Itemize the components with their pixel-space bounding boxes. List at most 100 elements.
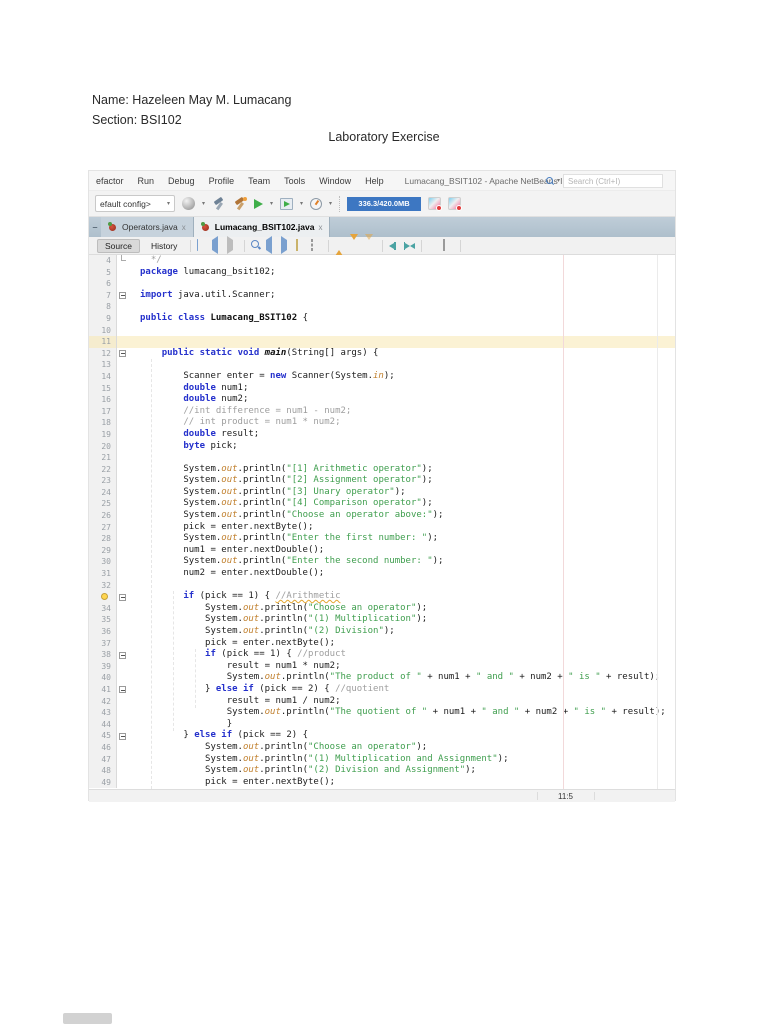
line-number[interactable]: 20 xyxy=(89,441,117,453)
line-number[interactable]: 13 xyxy=(89,359,117,371)
search-dropdown-icon[interactable]: ▾ xyxy=(557,178,560,184)
code-line[interactable]: 25 System.out.println("[4] Comparison op… xyxy=(89,498,675,510)
line-number[interactable]: 36 xyxy=(89,626,117,638)
line-number[interactable] xyxy=(89,591,117,603)
menu-profile[interactable]: Profile xyxy=(202,176,242,186)
code-editor[interactable]: 4 */5package lumacang_bsit102;67import j… xyxy=(89,255,675,789)
line-number[interactable]: 46 xyxy=(89,742,117,754)
minimize-icon[interactable]: – xyxy=(89,217,101,237)
search-icon[interactable] xyxy=(546,177,554,185)
code-line[interactable]: 15 double num1; xyxy=(89,383,675,395)
code-line[interactable]: 8 xyxy=(89,301,675,313)
history-view-button[interactable]: History xyxy=(144,240,184,252)
line-number[interactable]: 38 xyxy=(89,649,117,661)
previous-bookmark-icon[interactable] xyxy=(335,240,346,251)
debug-icon[interactable] xyxy=(280,198,293,210)
line-number[interactable]: 44 xyxy=(89,719,117,731)
code-line[interactable]: 5package lumacang_bsit102; xyxy=(89,267,675,279)
code-line[interactable]: 19 double result; xyxy=(89,429,675,441)
hint-bulb-icon[interactable] xyxy=(101,593,108,600)
code-line[interactable]: 4 */ xyxy=(89,255,675,267)
line-number[interactable]: 23 xyxy=(89,475,117,487)
close-icon[interactable]: x xyxy=(182,223,186,232)
line-number[interactable]: 41 xyxy=(89,684,117,696)
line-number[interactable]: 11 xyxy=(89,336,117,348)
line-number[interactable]: 24 xyxy=(89,487,117,499)
line-number[interactable]: 16 xyxy=(89,394,117,406)
close-icon[interactable]: x xyxy=(318,223,322,232)
code-fold-icon[interactable] xyxy=(119,652,126,659)
code-line[interactable]: 23 System.out.println("[2] Assignment op… xyxy=(89,475,675,487)
code-line[interactable]: 12 public static void main(String[] args… xyxy=(89,348,675,360)
code-line[interactable]: 29 num1 = enter.nextDouble(); xyxy=(89,545,675,557)
code-line[interactable]: 30 System.out.println("Enter the second … xyxy=(89,556,675,568)
line-number[interactable]: 19 xyxy=(89,429,117,441)
line-number[interactable]: 37 xyxy=(89,638,117,650)
menu-team[interactable]: Team xyxy=(241,176,277,186)
line-number[interactable]: 25 xyxy=(89,498,117,510)
find-selection-icon[interactable] xyxy=(251,240,262,251)
code-line[interactable]: 37 pick = enter.nextByte(); xyxy=(89,638,675,650)
line-number[interactable]: 49 xyxy=(89,777,117,789)
uncomment-icon[interactable] xyxy=(482,240,493,251)
run-icon[interactable] xyxy=(254,199,263,209)
line-number[interactable]: 4 xyxy=(89,255,117,267)
menu-window[interactable]: Window xyxy=(312,176,358,186)
code-line[interactable]: 27 pick = enter.nextByte(); xyxy=(89,522,675,534)
forward-icon[interactable] xyxy=(227,240,238,251)
line-number[interactable]: 47 xyxy=(89,754,117,766)
code-line[interactable]: 32 xyxy=(89,580,675,592)
code-fold-icon[interactable] xyxy=(119,350,126,357)
line-number[interactable]: 43 xyxy=(89,707,117,719)
line-number[interactable]: 40 xyxy=(89,672,117,684)
line-number[interactable]: 29 xyxy=(89,545,117,557)
code-line[interactable]: 45 } else if (pick == 2) { xyxy=(89,730,675,742)
code-line[interactable]: 10 xyxy=(89,325,675,337)
code-line[interactable]: 48 System.out.println("(2) Division and … xyxy=(89,765,675,777)
code-line[interactable]: 43 System.out.println("The quotient of "… xyxy=(89,707,675,719)
code-line[interactable]: 16 double num2; xyxy=(89,394,675,406)
line-number[interactable]: 14 xyxy=(89,371,117,383)
source-view-button[interactable]: Source xyxy=(97,239,140,253)
code-line[interactable]: 9public class Lumacang_BSIT102 { xyxy=(89,313,675,325)
code-fold-icon[interactable] xyxy=(119,686,126,693)
menu-debug[interactable]: Debug xyxy=(161,176,202,186)
code-line[interactable]: 28 System.out.println("Enter the first n… xyxy=(89,533,675,545)
line-number[interactable]: 9 xyxy=(89,313,117,325)
line-number[interactable]: 21 xyxy=(89,452,117,464)
chevron-down-icon[interactable]: ▾ xyxy=(329,201,332,207)
code-line[interactable]: 38 if (pick == 1) { //product xyxy=(89,649,675,661)
line-number[interactable]: 30 xyxy=(89,556,117,568)
line-number[interactable]: 10 xyxy=(89,325,117,337)
line-number[interactable]: 6 xyxy=(89,278,117,290)
code-line[interactable]: 26 System.out.println("Choose an operato… xyxy=(89,510,675,522)
shift-left-icon[interactable] xyxy=(389,240,400,251)
code-line[interactable]: 36 System.out.println("(2) Division"); xyxy=(89,626,675,638)
code-line[interactable]: 24 System.out.println("[3] Unary operato… xyxy=(89,487,675,499)
cube-badge-icon[interactable] xyxy=(428,197,441,210)
globe-icon[interactable] xyxy=(182,197,195,210)
code-line[interactable]: 18 // int product = num1 * num2; xyxy=(89,417,675,429)
chevron-down-icon[interactable]: ▾ xyxy=(270,201,273,207)
clean-build-icon[interactable] xyxy=(233,197,247,211)
code-line[interactable]: 42 result = num1 / num2; xyxy=(89,696,675,708)
search-input[interactable] xyxy=(563,174,663,188)
memory-meter[interactable]: 336.3/420.0MB xyxy=(347,197,421,211)
code-line[interactable]: 13 xyxy=(89,359,675,371)
code-line[interactable]: 39 result = num1 * num2; xyxy=(89,661,675,673)
line-number[interactable]: 35 xyxy=(89,614,117,626)
line-number[interactable]: 15 xyxy=(89,383,117,395)
code-fold-icon[interactable] xyxy=(119,733,126,740)
menu-run[interactable]: Run xyxy=(131,176,162,186)
code-line[interactable]: 44 } xyxy=(89,719,675,731)
line-number[interactable]: 22 xyxy=(89,464,117,476)
last-edit-icon[interactable] xyxy=(197,240,208,251)
highlight-search-icon[interactable] xyxy=(296,240,307,251)
next-bookmark-icon[interactable] xyxy=(350,240,361,251)
code-line[interactable]: 22 System.out.println("[1] Arithmetic op… xyxy=(89,464,675,476)
line-number[interactable]: 39 xyxy=(89,661,117,673)
find-previous-icon[interactable] xyxy=(266,240,277,251)
comment-icon[interactable] xyxy=(467,240,478,251)
line-number[interactable]: 42 xyxy=(89,696,117,708)
back-icon[interactable] xyxy=(212,240,223,251)
